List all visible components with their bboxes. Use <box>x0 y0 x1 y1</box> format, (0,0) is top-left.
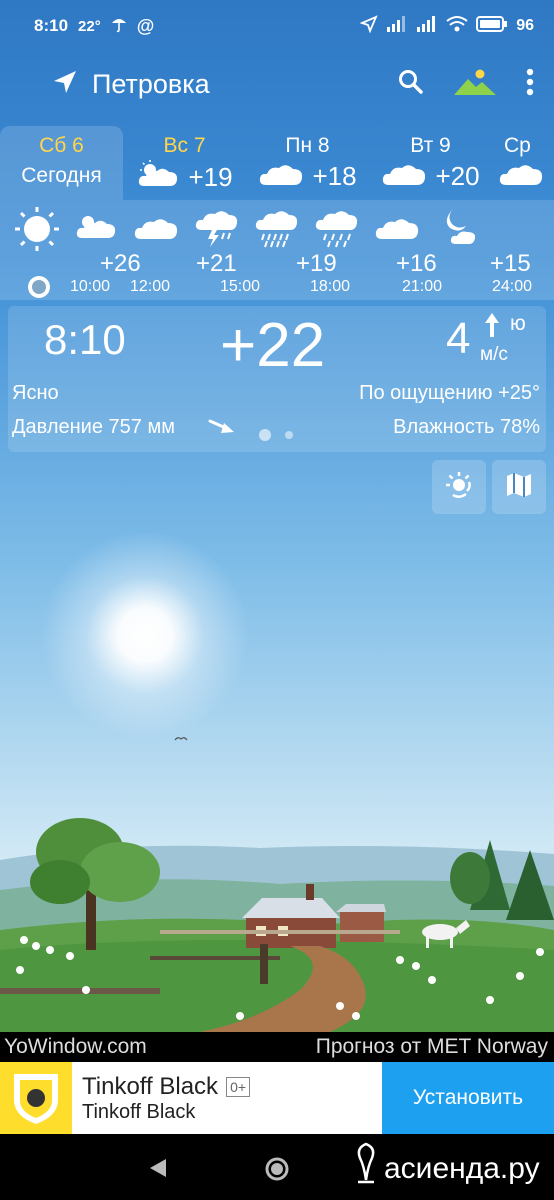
weather-radar-button[interactable] <box>432 460 486 514</box>
current-temperature: +22 <box>220 311 326 380</box>
bird-icon <box>174 728 188 746</box>
cloud-icon <box>374 214 420 245</box>
yowindow-link[interactable]: YoWindow.com <box>4 1035 147 1059</box>
day-name: Вт 9 <box>410 134 451 157</box>
current-time: 8:10 <box>44 316 126 363</box>
app-header: Петровка <box>0 56 554 112</box>
location-title[interactable]: Петровка <box>92 69 210 100</box>
hour-time: 15:00 <box>220 278 261 295</box>
ad-title: Tinkoff Black <box>82 1072 219 1100</box>
partly-cloudy-icon <box>136 160 180 195</box>
page-indicator <box>258 428 298 447</box>
sun-illustration <box>40 530 250 740</box>
pressure: Давление 757 мм <box>12 416 175 438</box>
wind-arrow-icon <box>484 312 500 343</box>
day-temp: +20 <box>435 161 480 191</box>
day-temp: +18 <box>312 161 357 191</box>
cloud-icon <box>498 160 544 193</box>
umbrella-icon <box>111 15 127 38</box>
cloud-icon <box>133 214 179 245</box>
at-sign-icon: @ <box>136 15 155 36</box>
thunderstorm-icon <box>194 208 238 253</box>
day-name: Вс 7 <box>163 134 206 157</box>
day-name: Пн 8 <box>285 134 330 157</box>
partly-cloudy-icon <box>74 212 118 245</box>
hourly-forecast-strip[interactable]: +26 +21 +19 +16 +15 10:00 12:00 15:00 18… <box>0 200 554 300</box>
location-arrow-icon[interactable] <box>52 69 78 100</box>
sun-icon <box>12 206 62 257</box>
day-item[interactable]: Пн 8 +18 <box>246 126 369 200</box>
battery-percent: 96 <box>516 17 534 34</box>
day-item-today[interactable]: Сб 6 Сегодня <box>0 126 123 200</box>
current-conditions-card[interactable]: 8:10 +22 4 ю м/с Ясно По ощущению +25° Д… <box>8 306 546 452</box>
location-arrow-icon <box>359 14 378 38</box>
ad-subtitle: Tinkoff Black <box>82 1100 196 1123</box>
hour-temp: +21 <box>196 250 237 277</box>
hour-time: 12:00 <box>130 278 171 295</box>
wind-direction: ю <box>510 312 526 335</box>
signal-icon <box>416 15 438 38</box>
battery-icon <box>476 15 508 38</box>
home-icon[interactable] <box>264 1156 290 1187</box>
watermark-text: асиенда.ру <box>384 1152 540 1185</box>
install-button[interactable]: Установить <box>382 1062 554 1134</box>
wifi-icon <box>446 15 468 38</box>
wind-unit: м/с <box>480 344 508 365</box>
more-menu-icon[interactable] <box>526 68 534 101</box>
day-name: Ср <box>504 134 531 157</box>
feels-like: По ощущению +25° <box>359 382 540 404</box>
hour-temp: +26 <box>100 250 141 277</box>
wind-speed: 4 <box>446 314 471 363</box>
hour-time: 24:00 <box>492 278 533 295</box>
age-rating: 0+ <box>226 1076 251 1097</box>
map-icon <box>505 471 533 504</box>
sun-radar-icon <box>444 470 474 505</box>
hour-temp: +16 <box>396 250 437 277</box>
ad-banner[interactable]: Tinkoff Black 0+ Tinkoff Black Установит… <box>0 1062 554 1134</box>
moon-cloud-icon <box>440 206 478 251</box>
shield-icon <box>14 1074 58 1124</box>
pressure-trend-icon <box>208 418 236 441</box>
daily-forecast-strip: Сб 6 Сегодня Вс 7 +19 Пн 8 +18 Вт 9 +20 … <box>0 126 554 200</box>
day-item[interactable]: Ср <box>492 126 554 200</box>
status-time: 8:10 <box>34 16 69 35</box>
day-temp: +19 <box>188 162 233 192</box>
ad-logo <box>0 1062 72 1134</box>
weather-background: 8:10 22° @ 96 Петровка Сб 6 Сегодня Вс 7… <box>0 0 554 1032</box>
current-hour-marker <box>26 274 52 305</box>
humidity: Влажность 78% <box>393 416 540 438</box>
status-temp: 22° <box>78 17 101 35</box>
credits-bar: YoWindow.com Прогноз от MET Norway <box>0 1032 554 1062</box>
back-icon[interactable] <box>148 1158 168 1183</box>
day-item[interactable]: Вс 7 +19 <box>123 126 246 200</box>
landscape-illustration <box>0 818 554 1032</box>
search-icon[interactable] <box>398 69 424 100</box>
hour-time: 21:00 <box>402 278 443 295</box>
rain-icon <box>254 208 298 253</box>
watermark-logo-icon <box>352 1140 380 1198</box>
hour-temp: +15 <box>490 250 531 277</box>
hour-time: 18:00 <box>310 278 351 295</box>
forecast-source[interactable]: Прогноз от MET Norway <box>316 1035 548 1059</box>
cloud-icon <box>381 160 427 193</box>
condition-text: Ясно <box>12 382 59 404</box>
landscape-picker-icon[interactable] <box>454 67 496 102</box>
map-button[interactable] <box>492 460 546 514</box>
hour-temp: +19 <box>296 250 337 277</box>
rain-icon <box>314 208 358 253</box>
day-name: Сб 6 <box>39 134 84 157</box>
watermark: асиенда.ру <box>352 1140 540 1198</box>
hour-time: 10:00 <box>70 278 111 295</box>
status-bar: 8:10 22° @ 96 <box>0 0 554 52</box>
day-item[interactable]: Вт 9 +20 <box>369 126 492 200</box>
cloud-icon <box>258 160 304 193</box>
today-label: Сегодня <box>21 164 102 187</box>
signal-icon <box>386 15 408 38</box>
